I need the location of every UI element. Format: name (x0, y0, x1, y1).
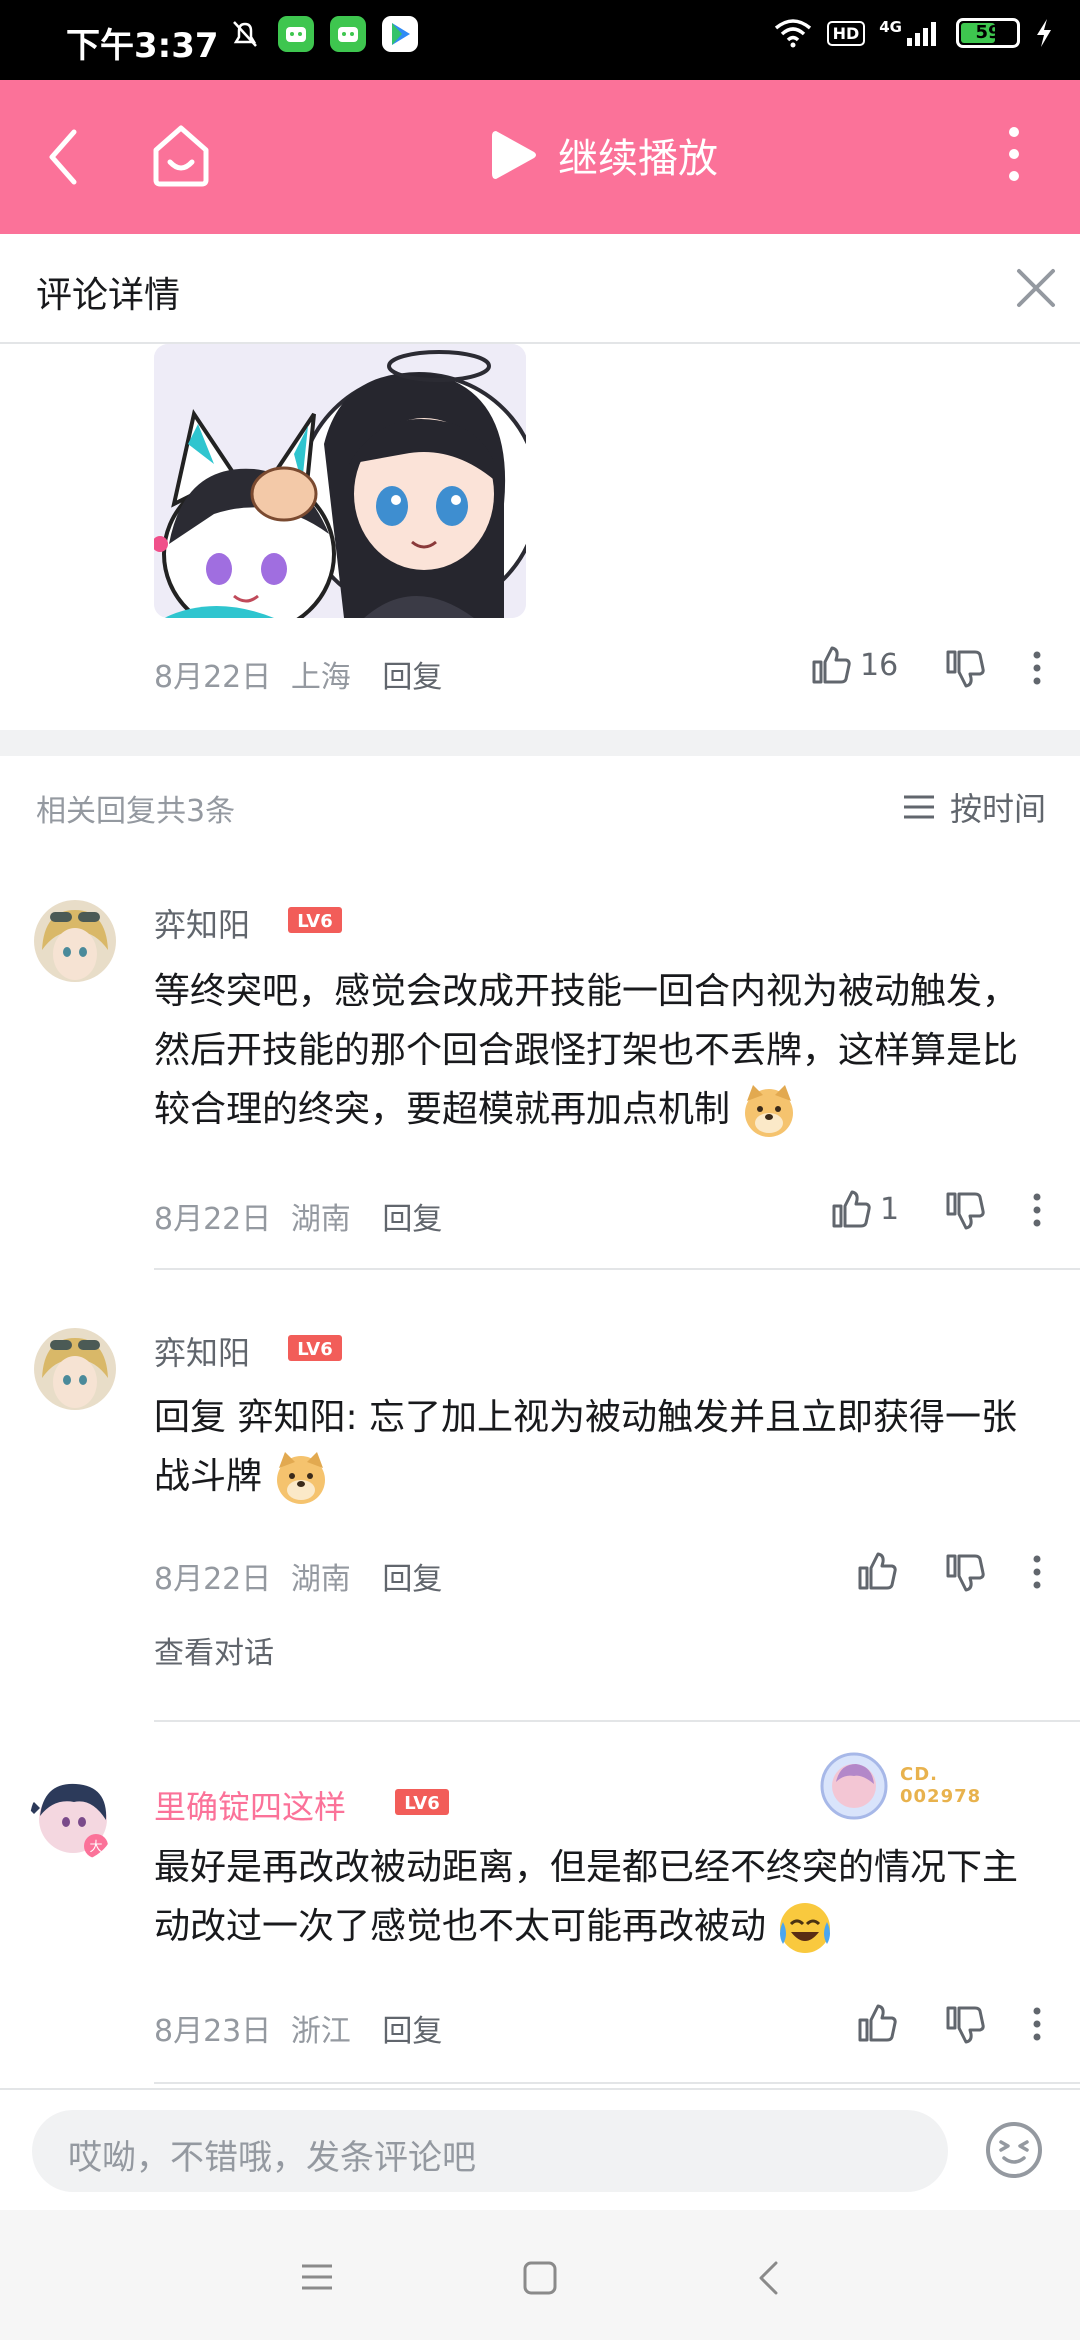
charging-icon (1037, 19, 1051, 47)
signal-icon: 4G (879, 18, 942, 48)
svg-text:LV6: LV6 (297, 911, 332, 932)
sort-list-icon (903, 795, 934, 819)
thumbs-up-icon[interactable] (856, 2002, 898, 2044)
status-bar: 下午3:37 HD 4G 59 (0, 0, 1080, 80)
comment-location: 上海 (290, 660, 351, 695)
doge-emoji-icon (277, 1452, 326, 1504)
close-icon[interactable] (1016, 268, 1056, 308)
level-badge: LV6 (288, 907, 342, 933)
more-vertical-icon[interactable] (1008, 124, 1020, 184)
comment-date: 8月23日 (154, 2014, 272, 2049)
system-nav-bar (0, 2210, 1080, 2340)
comment-meta: 8月22日 湖南 回复 (154, 1554, 442, 1598)
more-vertical-icon[interactable] (1032, 650, 1042, 686)
reply-button[interactable]: 回复 (382, 1202, 442, 1237)
svg-text:大: 大 (89, 1840, 102, 1855)
comment-detail-header: 评论详情 (0, 234, 1080, 344)
section-separator (0, 730, 1080, 756)
fan-badge[interactable]: CD. 002978 (820, 1752, 981, 1820)
comment-text: 回复 弈知阳: 忘了加上视为被动触发并且立即获得一张战斗牌 (154, 1388, 1034, 1506)
comment-text: 最好是再改改被动距离，但是都已经不终突的情况下主动改过一次了感觉也不太可能再改被… (154, 1838, 1034, 1956)
comment-meta: 8月23日 浙江 回复 (154, 2006, 442, 2050)
main-comment-meta: 8月22日 上海 回复 (154, 652, 442, 696)
thumbs-down-icon[interactable] (944, 648, 986, 690)
emoji-picker-icon[interactable] (984, 2120, 1044, 2180)
username[interactable]: 弈知阳 (154, 900, 250, 946)
avatar[interactable]: 大 (30, 1776, 116, 1862)
battery-icon: 59 (956, 18, 1020, 48)
svg-text:LV6: LV6 (297, 1339, 332, 1360)
divider (154, 2082, 1080, 2084)
play-store-icon (382, 16, 418, 52)
thumbs-up-icon (832, 1190, 871, 1228)
reply-button[interactable]: 回复 (382, 2014, 442, 2049)
home-icon[interactable] (150, 122, 212, 188)
fan-badge-avatar-icon (820, 1752, 888, 1820)
reply-button[interactable]: 回复 (382, 660, 442, 695)
like-count: 16 (860, 647, 899, 683)
svg-text:LV6: LV6 (404, 1793, 439, 1814)
more-vertical-icon[interactable] (1032, 1192, 1042, 1228)
comment-date: 8月22日 (154, 660, 272, 695)
comment-location: 湖南 (290, 1202, 351, 1237)
like-button[interactable]: 16 (810, 644, 898, 686)
back-arrow-icon[interactable] (40, 122, 84, 192)
comment-date: 8月22日 (154, 1202, 272, 1237)
status-notification-icons (228, 16, 418, 52)
reply-prefix: 回复 (154, 1397, 238, 1438)
avatar[interactable] (34, 1328, 116, 1410)
continue-play-label: 继续播放 (558, 136, 718, 182)
thumbs-down-icon[interactable] (944, 1552, 986, 1594)
reply-button[interactable]: 回复 (382, 1562, 442, 1597)
thumbs-up-icon (812, 646, 851, 684)
comment-location: 湖南 (290, 1562, 351, 1597)
app-notification-icon (278, 16, 314, 52)
comment-input[interactable]: 哎呦，不错哦，发条评论吧 (32, 2110, 948, 2192)
sort-button[interactable]: 按时间 (902, 784, 1046, 830)
doge-emoji-icon (745, 1085, 794, 1137)
mute-bell-icon (233, 21, 257, 47)
thumbs-up-icon[interactable] (856, 1550, 898, 1592)
comment-image[interactable] (154, 344, 526, 618)
view-conversation-link[interactable]: 查看对话 (154, 1628, 274, 1672)
comment-text: 等终突吧，感觉会改成开技能一回合内视为被动触发，然后开技能的那个回合跟怪打架也不… (154, 962, 1034, 1139)
top-bar: 继续播放 (0, 80, 1080, 234)
thumbs-down-icon[interactable] (944, 1190, 986, 1232)
play-icon (492, 131, 536, 179)
comment-input-bar: 哎呦，不错哦，发条评论吧 (0, 2088, 1080, 2210)
divider (154, 1268, 1080, 1270)
avatar[interactable] (34, 900, 116, 982)
laugh-cry-emoji-icon (780, 1903, 831, 1953)
comment-detail-title: 评论详情 (36, 275, 181, 316)
hd-icon: HD (826, 20, 866, 46)
username[interactable]: 弈知阳 (154, 1328, 250, 1374)
replies-count: 相关回复共3条 (36, 794, 236, 829)
username[interactable]: 里确锭四这样 (154, 1782, 346, 1828)
comment-date: 8月22日 (154, 1562, 272, 1597)
status-system-icons: HD 4G 59 (773, 18, 1054, 48)
continue-play-button[interactable]: 继续播放 (490, 126, 718, 184)
like-count: 1 (880, 1191, 900, 1227)
level-badge: LV6 (395, 1789, 449, 1815)
home-nav-icon[interactable] (522, 2260, 558, 2296)
more-vertical-icon[interactable] (1032, 1554, 1042, 1590)
more-vertical-icon[interactable] (1032, 2006, 1042, 2042)
thumbs-down-icon[interactable] (944, 2004, 986, 2046)
comment-input-placeholder: 哎呦，不错哦，发条评论吧 (68, 2138, 476, 2178)
status-time: 下午3:37 (66, 26, 219, 66)
app-notification-icon (330, 16, 366, 52)
reply-target-link[interactable]: 弈知阳: (237, 1397, 369, 1438)
comment-location: 浙江 (290, 2014, 351, 2049)
like-button[interactable]: 1 (830, 1188, 899, 1230)
sort-label: 按时间 (949, 790, 1046, 828)
back-nav-icon[interactable] (756, 2260, 780, 2296)
level-badge: LV6 (288, 1335, 342, 1361)
wifi-icon (774, 19, 811, 48)
menu-nav-icon[interactable] (300, 2262, 334, 2292)
divider (154, 1720, 1080, 1722)
comment-meta: 8月22日 湖南 回复 (154, 1194, 442, 1238)
